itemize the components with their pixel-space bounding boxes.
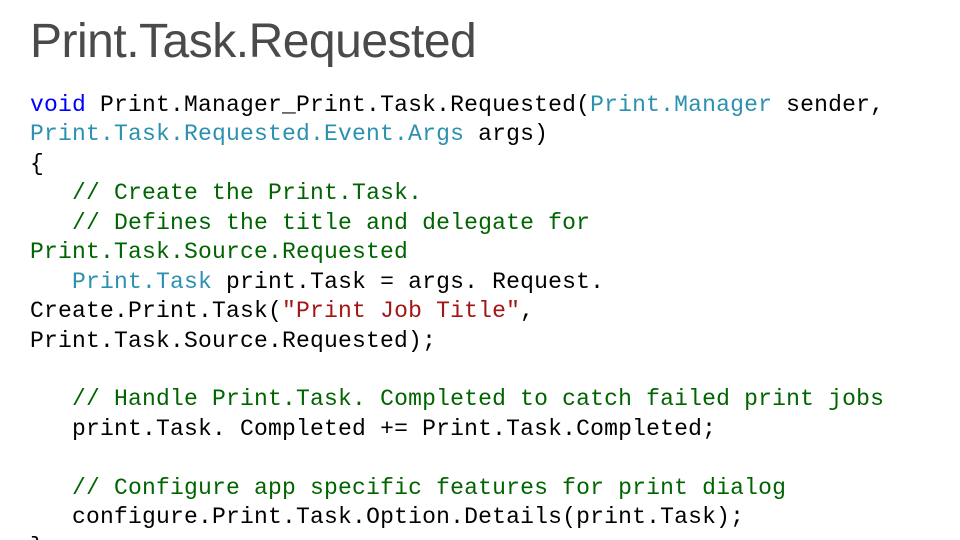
slide-title: Print.Task.Requested [30,14,930,69]
line-handle: print.Task. Completed += Print.Task.Comp… [30,416,716,442]
comment-handle: // Handle Print.Task. Completed to catch… [30,386,884,412]
kw-void: void [30,92,86,118]
type-printtask: Print.Task [72,269,212,295]
open-brace: { [30,151,44,177]
indent-create [30,269,72,295]
string-jobtitle: "Print Job Title" [282,298,520,324]
type-eventargs: Print.Task.Requested.Event.Args [30,121,464,147]
close-brace: } [30,534,44,540]
arg-sender: sender, [772,92,898,118]
comment-configure: // Configure app specific features for p… [30,475,786,501]
slide: Print.Task.Requested void Print.Manager_… [0,0,960,540]
line-configure: configure.Print.Task.Option.Details(prin… [30,504,744,530]
comment-defines: // Defines the title and delegate for Pr… [30,210,604,265]
code-block: void Print.Manager_Print.Task.Requested(… [30,91,930,540]
arg-args: args) [464,121,548,147]
method-name: Print.Manager_Print.Task.Requested( [86,92,590,118]
type-printmanager: Print.Manager [590,92,772,118]
comment-create: // Create the Print.Task. [30,180,422,206]
